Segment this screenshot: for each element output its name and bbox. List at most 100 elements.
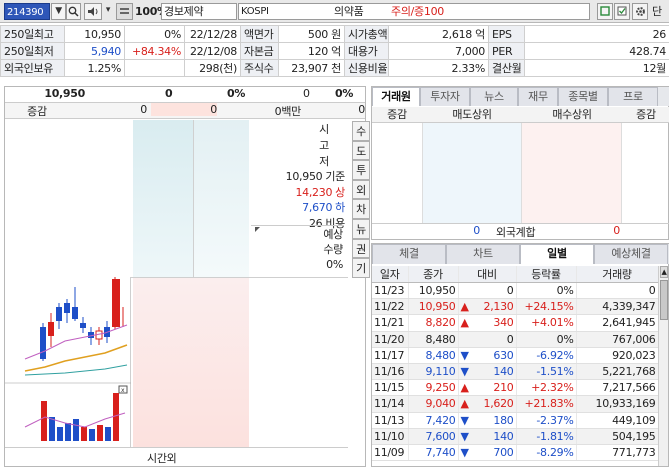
daily-tab[interactable]: 체결 bbox=[372, 244, 446, 264]
scrollbar-thumb[interactable] bbox=[660, 280, 668, 320]
daily-volume: 2,641,945 bbox=[576, 314, 659, 332]
daily-row[interactable]: 11/16 9,110 ▼ 140 -1.51% 5,221,768 bbox=[372, 363, 659, 381]
sell-top-column bbox=[422, 123, 522, 223]
daily-row[interactable]: 11/09 7,740 ▼ 700 -8.29% 771,773 bbox=[372, 444, 659, 462]
stats-cell: 22/12/08 bbox=[184, 42, 241, 60]
down-arrow-icon: ▼ bbox=[460, 445, 469, 459]
side-label: 저 bbox=[319, 155, 329, 168]
daily-volume: 771,773 bbox=[576, 444, 659, 462]
foreign-label: 외국계합 bbox=[496, 226, 536, 239]
daily-row[interactable]: 11/13 7,420 ▼ 180 -2.37% 449,109 bbox=[372, 412, 659, 429]
daily-tab[interactable]: 예상체결 bbox=[594, 244, 668, 264]
side-label: 시 bbox=[319, 123, 329, 136]
daily-volume: 4,339,347 bbox=[576, 298, 659, 316]
stats-cell: 500 원 bbox=[278, 25, 345, 43]
foreign-right: 0 bbox=[613, 224, 620, 237]
vertical-tab[interactable]: 투 bbox=[352, 160, 370, 180]
daily-diff-value: 140 bbox=[493, 365, 514, 379]
broker-header: 매도상위 bbox=[452, 108, 492, 121]
stats-cell: 시가총액 bbox=[344, 25, 389, 43]
broker-tab[interactable]: 투자자 bbox=[420, 87, 470, 106]
window-icon[interactable] bbox=[597, 3, 613, 20]
daily-diff-value: 0 bbox=[506, 284, 514, 298]
bid-column bbox=[133, 277, 249, 447]
dropdown-icon[interactable]: ▼ bbox=[51, 3, 66, 20]
daily-row[interactable]: 11/15 9,250 ▲ 210 +2.32% 7,217,566 bbox=[372, 379, 659, 397]
stats-cell: 120 억 bbox=[278, 42, 345, 60]
daily-date: 11/13 bbox=[372, 412, 409, 429]
speaker-icon[interactable] bbox=[84, 3, 102, 20]
checkbox-icon[interactable] bbox=[614, 3, 630, 20]
broker-panel: 거래원 투자자 뉴스 재무 종목별 프로 증감 매도상위 매수상위 증감 0 외국계합 0 bbox=[371, 86, 669, 240]
broker-tab[interactable]: 종목별 bbox=[558, 87, 608, 106]
daily-rate: 0% bbox=[516, 331, 577, 348]
compare-icon[interactable] bbox=[116, 3, 133, 20]
daily-scrollbar[interactable]: ▲ bbox=[658, 266, 668, 466]
top-price: 10,950 bbox=[44, 87, 85, 100]
daily-tab[interactable]: 차트 bbox=[446, 244, 520, 264]
buy-top-column bbox=[522, 123, 622, 223]
down-arrow-icon: ▼ bbox=[460, 348, 469, 362]
speaker-dropdown-icon[interactable]: ▾ bbox=[103, 3, 113, 20]
daily-diff: ▼ 700 bbox=[458, 444, 517, 462]
daily-row[interactable]: 11/20 8,480 0 0% 767,006 bbox=[372, 331, 659, 348]
stats-cell: EPS bbox=[488, 25, 525, 43]
info-bar: KOSPI 의약품 주의/증100 bbox=[238, 3, 590, 20]
search-icon[interactable] bbox=[66, 3, 81, 20]
daily-date: 11/17 bbox=[372, 347, 409, 364]
top-pct2: 0% bbox=[335, 87, 354, 100]
daily-row[interactable]: 11/23 10,950 0 0% 0 bbox=[372, 282, 659, 300]
daily-date: 11/16 bbox=[372, 363, 409, 381]
expect-block: 예상 수량 0% bbox=[251, 227, 343, 272]
daily-volume: 920,023 bbox=[576, 347, 659, 364]
broker-headers: 증감 매도상위 매수상위 증감 bbox=[372, 107, 669, 123]
change-label: 증감 bbox=[27, 105, 47, 118]
side-price-value: 14,230 bbox=[295, 185, 333, 199]
daily-row[interactable]: 11/10 7,600 ▼ 140 -1.81% 504,195 bbox=[372, 428, 659, 445]
daily-close: 9,040 bbox=[408, 395, 459, 413]
foreign-left: 0 bbox=[473, 224, 480, 237]
stats-row: 250일최고 10,950 0% 22/12/28 액면가 500 원 시가총액 2,618 … bbox=[0, 25, 669, 43]
broker-header: 증감 bbox=[387, 108, 407, 121]
broker-tab[interactable]: 거래원 bbox=[372, 87, 420, 106]
daily-tab[interactable]: 일별 bbox=[520, 244, 594, 264]
daily-volume: 449,109 bbox=[576, 412, 659, 429]
daily-date: 11/09 bbox=[372, 444, 409, 462]
daily-date: 11/10 bbox=[372, 428, 409, 445]
gear-icon[interactable] bbox=[632, 3, 648, 20]
daily-date: 11/22 bbox=[372, 298, 409, 316]
vertical-tab[interactable]: 도 bbox=[352, 140, 370, 161]
stats-cell: 12월 bbox=[524, 59, 669, 77]
side-price-row: 14,230 상 bbox=[251, 185, 347, 201]
daily-diff: ▼ 180 bbox=[458, 412, 517, 429]
up-arrow-icon: ▲ bbox=[460, 300, 469, 314]
daily-row[interactable]: 11/17 8,480 ▼ 630 -6.92% 920,023 bbox=[372, 347, 659, 364]
daily-row[interactable]: 11/21 8,820 ▲ 340 +4.01% 2,641,945 bbox=[372, 314, 659, 332]
top-zero1: 0 bbox=[165, 87, 173, 100]
vertical-tab[interactable]: 차 bbox=[352, 199, 370, 219]
vertical-tab[interactable]: 수 bbox=[352, 121, 370, 141]
scroll-up-icon[interactable]: ▲ bbox=[660, 266, 668, 278]
daily-diff-value: 0 bbox=[506, 332, 514, 346]
broker-tab[interactable]: 프로 bbox=[608, 87, 658, 106]
broker-tab[interactable]: 뉴스 bbox=[470, 87, 518, 106]
vertical-tab[interactable]: 외 bbox=[352, 179, 370, 200]
daily-date: 11/20 bbox=[372, 331, 409, 348]
vertical-tab[interactable]: 권 bbox=[352, 238, 370, 259]
daily-row[interactable]: 11/22 10,950 ▲ 2,130 +24.15% 4,339,347 bbox=[372, 298, 659, 316]
vertical-tab[interactable]: 뉴 bbox=[352, 219, 370, 239]
daily-row[interactable]: 11/14 9,040 ▲ 1,620 +21.83% 10,933,169 bbox=[372, 395, 659, 413]
corner-mark bbox=[255, 227, 260, 232]
stock-code-input[interactable]: 214390 bbox=[4, 3, 50, 20]
daily-rate: -2.37% bbox=[516, 412, 577, 429]
down-arrow-icon: ▼ bbox=[460, 365, 469, 379]
orderbook-change-row: 증감 0 0 0백만 0 bbox=[5, 103, 365, 119]
orderbook-panel: 10,950 0 0% 0 0% 증감 0 0 0백만 0 시 고 저 10,9… bbox=[4, 86, 370, 467]
vertical-tab[interactable]: 기 bbox=[352, 258, 370, 278]
up-arrow-icon: ▲ bbox=[460, 397, 469, 411]
stats-cell: 자본금 bbox=[240, 42, 279, 60]
daily-volume: 7,217,566 bbox=[576, 379, 659, 397]
daily-close: 7,420 bbox=[408, 412, 459, 429]
broker-tab[interactable]: 재무 bbox=[518, 87, 558, 106]
daily-close: 8,480 bbox=[408, 347, 459, 364]
